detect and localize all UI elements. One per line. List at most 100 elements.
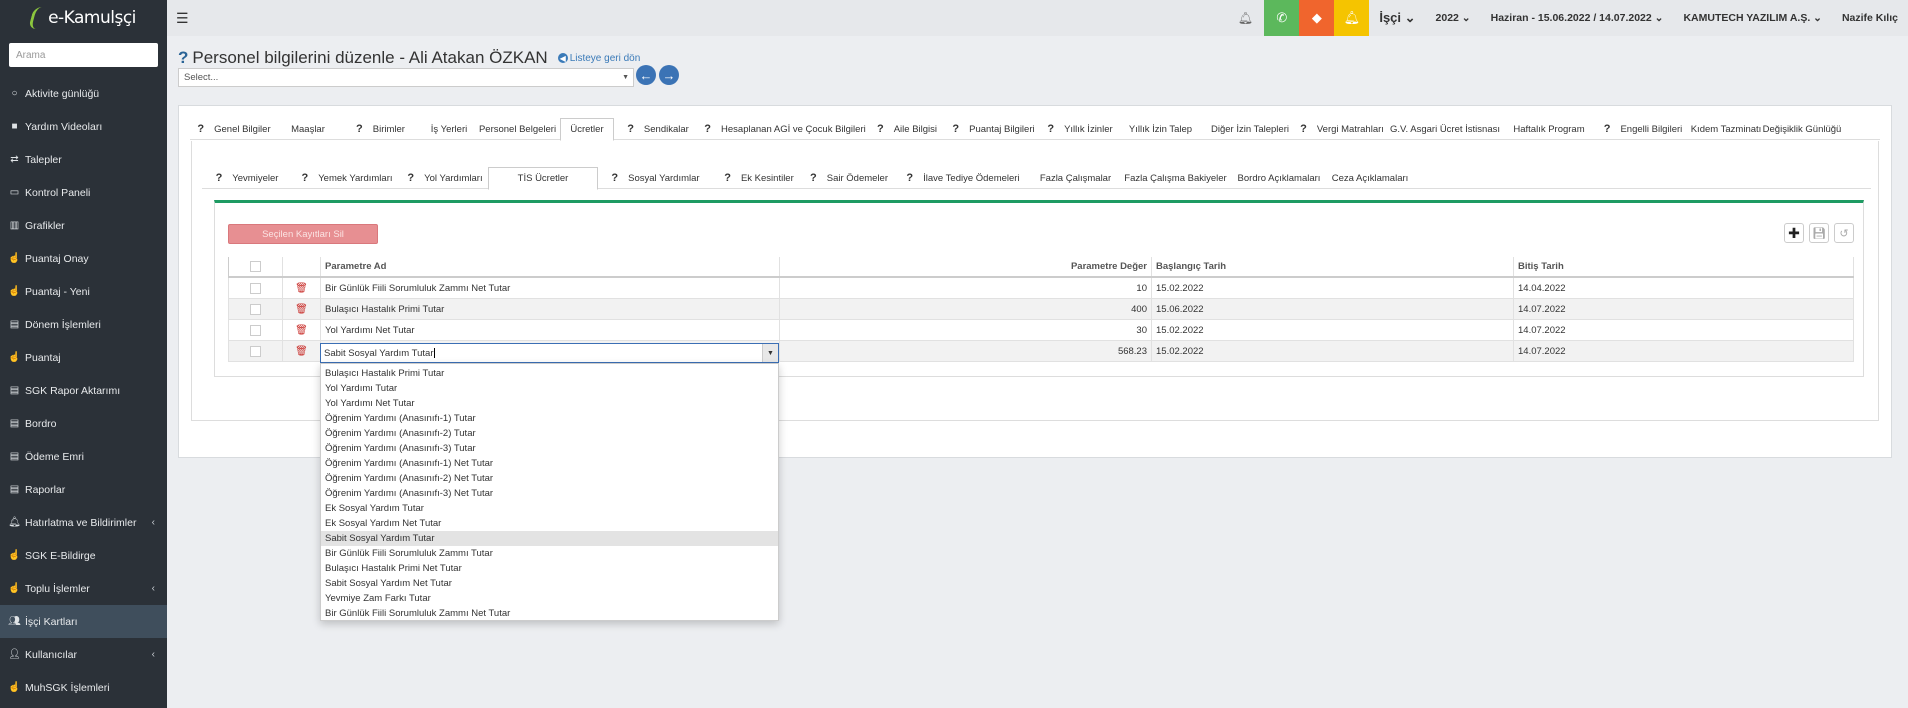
tab-tabs_main-0[interactable]: ? Genel Bilgiler bbox=[190, 118, 278, 140]
help-icon[interactable]: ? bbox=[627, 123, 634, 135]
alert-bell-icon[interactable]: 🔔︎ bbox=[1334, 0, 1370, 36]
trash-icon[interactable]: 🗑︎ bbox=[295, 346, 308, 357]
tab-tabs_main-17[interactable]: Kıdem Tazminatı bbox=[1691, 118, 1762, 140]
help-icon[interactable]: ? bbox=[1300, 123, 1307, 135]
user-type-dropdown[interactable]: İşçi ⌄ bbox=[1369, 10, 1425, 26]
sidebar-item-8[interactable]: ☝ Puantaj bbox=[0, 341, 167, 374]
table-row[interactable]: 🗑︎ Bulaşıcı Hastalık Primi Tutar 400 15.06.… bbox=[228, 299, 1854, 320]
tab-tabs_sub-6[interactable]: ? Sair Ödemeler bbox=[805, 167, 893, 189]
undo-button[interactable]: ↺ bbox=[1834, 223, 1854, 243]
help-icon[interactable]: ? bbox=[810, 172, 817, 184]
sidebar-item-18[interactable]: ☝ MuhSGK İşlemleri bbox=[0, 671, 167, 704]
sidebar-item-3[interactable]: ▭ Kontrol Paneli bbox=[0, 176, 167, 209]
dropdown-option[interactable]: Sabit Sosyal Yardım Net Tutar bbox=[321, 576, 778, 591]
dropdown-option[interactable]: Bir Günlük Fiili Sorumluluk Zammı Net Tu… bbox=[321, 606, 778, 621]
dropdown-toggle-icon[interactable]: ▼ bbox=[762, 344, 778, 362]
help-icon[interactable]: ? bbox=[704, 123, 711, 135]
back-to-list-link[interactable]: ◀ Listeye geri dön bbox=[557, 53, 640, 64]
cell-start[interactable]: 15.06.2022 bbox=[1151, 299, 1513, 319]
tab-tabs_sub-11[interactable]: Ceza Açıklamaları bbox=[1325, 167, 1415, 189]
tab-tabs_main-2[interactable]: ? Birimler bbox=[338, 118, 423, 140]
previous-person-button[interactable]: ← bbox=[636, 65, 656, 85]
help-icon[interactable]: ? bbox=[1604, 123, 1611, 135]
brand-logo[interactable]: e-Kamulşçi bbox=[0, 0, 167, 36]
dropdown-option[interactable]: Yol Yardımı Net Tutar bbox=[321, 396, 778, 411]
dropdown-option[interactable]: Sabit Sosyal Yardım Tutar bbox=[321, 531, 778, 546]
dropdown-option[interactable]: Bir Günlük Fiili Sorumluluk Zammı Tutar bbox=[321, 546, 778, 561]
tab-tabs_main-12[interactable]: Diğer İzin Talepleri bbox=[1202, 118, 1298, 140]
tab-tabs_main-15[interactable]: Haftalık Program bbox=[1504, 118, 1594, 140]
trash-icon[interactable]: 🗑︎ bbox=[295, 283, 308, 294]
sidebar-item-6[interactable]: ☝ Puantaj - Yeni bbox=[0, 275, 167, 308]
row-checkbox[interactable] bbox=[250, 324, 261, 336]
user-menu[interactable]: Nazife Kılıç bbox=[1832, 12, 1908, 24]
tab-tabs_main-9[interactable]: ? Puantaj Bilgileri bbox=[946, 118, 1041, 140]
help-icon[interactable]: ? bbox=[407, 172, 414, 184]
tab-tabs_main-7[interactable]: ? Hesaplanan AGİ ve Çocuk Bilgileri bbox=[702, 118, 868, 140]
add-record-button[interactable]: ✚ bbox=[1784, 223, 1804, 243]
help-icon[interactable]: ? bbox=[1047, 123, 1054, 135]
sidebar-item-0[interactable]: ○ Aktivite günlüğü bbox=[0, 77, 167, 110]
help-icon[interactable]: ? bbox=[216, 172, 223, 184]
tab-tabs_sub-10[interactable]: Bordro Açıklamaları bbox=[1233, 167, 1325, 189]
sidebar-item-17[interactable]: 👤︎ Kullanıcılar ‹ bbox=[0, 638, 167, 671]
cell-value[interactable]: 30 bbox=[779, 320, 1151, 340]
dropdown-option[interactable]: Öğrenim Yardımı (Anasınıfı-1) Tutar bbox=[321, 411, 778, 426]
tab-tabs_main-4[interactable]: Personel Belgeleri bbox=[475, 118, 560, 140]
cell-end[interactable]: 14.07.2022 bbox=[1513, 299, 1854, 319]
header-start[interactable]: Başlangıç Tarih bbox=[1151, 257, 1513, 276]
dropdown-option[interactable]: Öğrenim Yardımı (Anasınıfı-1) Net Tutar bbox=[321, 456, 778, 471]
phone-icon[interactable]: ✆ bbox=[1264, 0, 1300, 36]
tab-tabs_sub-2[interactable]: ? Yol Yardımları bbox=[402, 167, 488, 189]
tab-tabs_main-3[interactable]: İş Yerleri bbox=[423, 118, 475, 140]
delete-selected-button[interactable]: Seçilen Kayıtları Sil bbox=[228, 224, 378, 244]
next-person-button[interactable]: → bbox=[659, 65, 679, 85]
dropdown-option[interactable]: Öğrenim Yardımı (Anasınıfı-2) Net Tutar bbox=[321, 471, 778, 486]
ticket-icon[interactable]: ◆ bbox=[1299, 0, 1335, 36]
dropdown-option[interactable]: Bulaşıcı Hastalık Primi Net Tutar bbox=[321, 561, 778, 576]
header-param[interactable]: Parametre Ad bbox=[320, 257, 779, 276]
company-dropdown[interactable]: KAMUTECH YAZILIM A.Ş. ⌄ bbox=[1673, 12, 1832, 24]
help-icon[interactable]: ? bbox=[356, 123, 363, 135]
tab-tabs_main-14[interactable]: G.V. Asgari Ücret İstisnası bbox=[1386, 118, 1504, 140]
cell-param[interactable]: Bir Günlük Fiili Sorumluluk Zammı Net Tu… bbox=[320, 278, 779, 298]
sidebar-item-15[interactable]: ☝ Toplu İşlemler ‹ bbox=[0, 572, 167, 605]
help-icon[interactable]: ? bbox=[611, 172, 618, 184]
sidebar-item-14[interactable]: ☝ SGK E-Bildirge bbox=[0, 539, 167, 572]
trash-icon[interactable]: 🗑︎ bbox=[295, 325, 308, 336]
tab-tabs_main-10[interactable]: ? Yıllık İzinler bbox=[1041, 118, 1119, 140]
header-end[interactable]: Bitiş Tarih bbox=[1513, 257, 1854, 276]
sidebar-item-9[interactable]: ▤ SGK Rapor Aktarımı bbox=[0, 374, 167, 407]
tab-tabs_main-16[interactable]: ? Engelli Bilgileri bbox=[1594, 118, 1692, 140]
sidebar-item-10[interactable]: ▤ Bordro bbox=[0, 407, 167, 440]
row-checkbox[interactable] bbox=[250, 303, 261, 315]
dropdown-option[interactable]: Bulaşıcı Hastalık Primi Tutar bbox=[321, 366, 778, 381]
sidebar-item-1[interactable]: ■ Yardım Videoları bbox=[0, 110, 167, 143]
cell-value[interactable]: 568.23 bbox=[779, 341, 1151, 361]
help-icon[interactable]: ? bbox=[724, 172, 731, 184]
sidebar-item-12[interactable]: ▤ Raporlar bbox=[0, 473, 167, 506]
tab-tabs_main-8[interactable]: ? Aile Bilgisi bbox=[868, 118, 946, 140]
notification-bell-icon[interactable]: 🔔︎ bbox=[1234, 11, 1256, 25]
tab-tabs_sub-8[interactable]: Fazla Çalışmalar bbox=[1033, 167, 1118, 189]
sidebar-item-5[interactable]: ☝ Puantaj Onay bbox=[0, 242, 167, 275]
sidebar-item-2[interactable]: ⇄ Talepler bbox=[0, 143, 167, 176]
dropdown-option[interactable]: Ek Sosyal Yardım Net Tutar bbox=[321, 516, 778, 531]
dropdown-option[interactable]: Ek Sosyal Yardım Tutar bbox=[321, 501, 778, 516]
tab-tabs_main-18[interactable]: Değişiklik Günlüğü bbox=[1760, 118, 1844, 140]
help-icon[interactable]: ? bbox=[952, 123, 959, 135]
sidebar-item-7[interactable]: ▤ Dönem İşlemleri bbox=[0, 308, 167, 341]
tab-tabs_main-1[interactable]: Maaşlar bbox=[278, 118, 338, 140]
tab-tabs_sub-7[interactable]: ? İlave Tediye Ödemeleri bbox=[893, 167, 1033, 189]
year-dropdown[interactable]: 2022 ⌄ bbox=[1426, 12, 1481, 24]
help-icon[interactable]: ? bbox=[178, 48, 188, 68]
cell-start[interactable]: 15.02.2022 bbox=[1151, 341, 1513, 361]
header-value[interactable]: Parametre Değer bbox=[779, 257, 1151, 276]
help-icon[interactable]: ? bbox=[877, 123, 884, 135]
tab-tabs_sub-5[interactable]: ? Ek Kesintiler bbox=[713, 167, 805, 189]
tab-tabs_sub-1[interactable]: ? Yemek Yardımları bbox=[292, 167, 402, 189]
dropdown-option[interactable]: Öğrenim Yardımı (Anasınıfı-3) Tutar bbox=[321, 441, 778, 456]
help-icon[interactable]: ? bbox=[197, 123, 204, 135]
cell-value[interactable]: 10 bbox=[779, 278, 1151, 298]
period-dropdown[interactable]: Haziran - 15.06.2022 / 14.07.2022 ⌄ bbox=[1481, 12, 1674, 24]
